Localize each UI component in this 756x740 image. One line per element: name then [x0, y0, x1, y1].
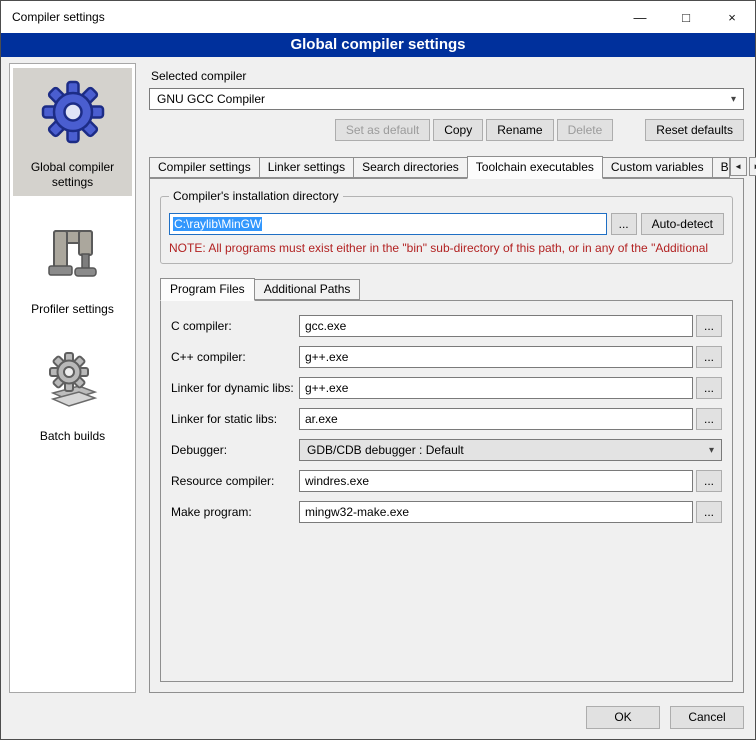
rename-button[interactable]: Rename — [486, 119, 553, 141]
compiler-actions: Set as default Copy Rename Delete Reset … — [149, 119, 744, 141]
tab-toolchain-executables[interactable]: Toolchain executables — [467, 156, 603, 179]
make-program-row: Make program: ... — [171, 501, 722, 523]
ok-button[interactable]: OK — [586, 706, 660, 729]
sidebar-item-profiler-settings[interactable]: Profiler settings — [13, 210, 132, 323]
linker-static-input[interactable] — [299, 408, 693, 430]
linker-dynamic-label: Linker for dynamic libs: — [171, 381, 299, 395]
minimize-button[interactable]: — — [617, 1, 663, 33]
settings-tab-bar: Compiler settings Linker settings Search… — [149, 156, 744, 178]
linker-static-browse-button[interactable]: ... — [696, 408, 722, 430]
reset-defaults-button[interactable]: Reset defaults — [645, 119, 744, 141]
compiler-settings-window: Compiler settings — □ × Global compiler … — [0, 0, 756, 740]
selected-compiler-label: Selected compiler — [151, 69, 744, 83]
resource-compiler-label: Resource compiler: — [171, 474, 299, 488]
c-compiler-row: C compiler: ... — [171, 315, 722, 337]
tab-scroll-left-button[interactable]: ◄ — [730, 157, 747, 176]
tab-custom-variables[interactable]: Custom variables — [602, 157, 713, 178]
installation-directory-group: Compiler's installation directory C:\ray… — [160, 196, 733, 264]
linker-dynamic-input[interactable] — [299, 377, 693, 399]
chevron-down-icon: ▾ — [731, 94, 736, 105]
tab-scroll-right-button[interactable]: ► — [749, 157, 756, 176]
debugger-dropdown[interactable]: GDB/CDB debugger : Default ▾ — [299, 439, 722, 461]
linker-dynamic-row: Linker for dynamic libs: ... — [171, 377, 722, 399]
sidebar-item-label: Batch builds — [40, 429, 105, 444]
cancel-button[interactable]: Cancel — [670, 706, 744, 729]
c-compiler-browse-button[interactable]: ... — [696, 315, 722, 337]
sidebar-item-batch-builds[interactable]: Batch builds — [13, 337, 132, 450]
c-compiler-input[interactable] — [299, 315, 693, 337]
titlebar: Compiler settings — □ × — [1, 1, 755, 33]
dialog-body: Global compiler settings Profiler settin… — [1, 57, 755, 701]
tab-scroll-controls: ◄ ► — [730, 157, 756, 178]
profiler-clamp-icon — [41, 222, 105, 286]
settings-category-list: Global compiler settings Profiler settin… — [9, 63, 136, 693]
dialog-header: Global compiler settings — [1, 33, 755, 57]
sidebar-item-global-compiler-settings[interactable]: Global compiler settings — [13, 68, 132, 196]
copy-button[interactable]: Copy — [433, 119, 483, 141]
make-program-input[interactable] — [299, 501, 693, 523]
cpp-compiler-label: C++ compiler: — [171, 350, 299, 364]
minimize-icon: — — [634, 10, 647, 25]
linker-static-label: Linker for static libs: — [171, 412, 299, 426]
linker-static-row: Linker for static libs: ... — [171, 408, 722, 430]
toolchain-executables-panel: Compiler's installation directory C:\ray… — [149, 178, 744, 693]
sidebar-item-label: Profiler settings — [31, 302, 114, 317]
linker-dynamic-browse-button[interactable]: ... — [696, 377, 722, 399]
gear-blue-icon — [41, 80, 105, 144]
window-controls: — □ × — [617, 1, 755, 33]
cpp-compiler-row: C++ compiler: ... — [171, 346, 722, 368]
debugger-row: Debugger: GDB/CDB debugger : Default ▾ — [171, 439, 722, 461]
maximize-button[interactable]: □ — [663, 1, 709, 33]
program-files-tab-bar: Program Files Additional Paths — [160, 278, 733, 300]
selected-compiler-value: GNU GCC Compiler — [157, 92, 265, 106]
arrow-left-icon: ◄ — [734, 162, 742, 171]
bin-subdirectory-note: NOTE: All programs must exist either in … — [169, 241, 724, 255]
tab-linker-settings[interactable]: Linker settings — [259, 157, 354, 178]
batch-builds-gear-icon — [41, 349, 105, 413]
installation-directory-selected-text: C:\raylib\MinGW — [173, 217, 262, 231]
make-program-browse-button[interactable]: ... — [696, 501, 722, 523]
close-icon: × — [728, 10, 736, 25]
subtab-additional-paths[interactable]: Additional Paths — [254, 279, 361, 300]
selected-compiler-dropdown[interactable]: GNU GCC Compiler ▾ — [149, 88, 744, 110]
program-files-panel: C compiler: ... C++ compiler: ... Linker… — [160, 300, 733, 682]
subtab-program-files[interactable]: Program Files — [160, 278, 255, 301]
tab-search-directories[interactable]: Search directories — [353, 157, 468, 178]
global-compiler-settings-panel: Selected compiler GNU GCC Compiler ▾ Set… — [149, 63, 744, 693]
tab-compiler-settings[interactable]: Compiler settings — [149, 157, 260, 178]
tab-build-options[interactable]: Build — [712, 157, 730, 178]
debugger-label: Debugger: — [171, 443, 299, 457]
sidebar-item-label: Global compiler settings — [15, 160, 130, 190]
chevron-down-icon: ▾ — [709, 445, 714, 456]
delete-button: Delete — [557, 119, 614, 141]
cpp-compiler-browse-button[interactable]: ... — [696, 346, 722, 368]
window-title: Compiler settings — [1, 10, 617, 24]
maximize-icon: □ — [682, 10, 690, 25]
auto-detect-button[interactable]: Auto-detect — [641, 213, 724, 235]
installation-directory-group-title: Compiler's installation directory — [169, 189, 343, 203]
resource-compiler-input[interactable] — [299, 470, 693, 492]
debugger-value: GDB/CDB debugger : Default — [307, 443, 464, 457]
c-compiler-label: C compiler: — [171, 319, 299, 333]
close-button[interactable]: × — [709, 1, 755, 33]
dialog-footer: OK Cancel — [1, 701, 755, 739]
set-as-default-button: Set as default — [335, 119, 430, 141]
resource-compiler-browse-button[interactable]: ... — [696, 470, 722, 492]
make-program-label: Make program: — [171, 505, 299, 519]
resource-compiler-row: Resource compiler: ... — [171, 470, 722, 492]
installation-directory-row: C:\raylib\MinGW ... Auto-detect — [169, 213, 724, 235]
browse-directory-button[interactable]: ... — [611, 213, 637, 235]
cpp-compiler-input[interactable] — [299, 346, 693, 368]
installation-directory-input[interactable]: C:\raylib\MinGW — [169, 213, 607, 235]
